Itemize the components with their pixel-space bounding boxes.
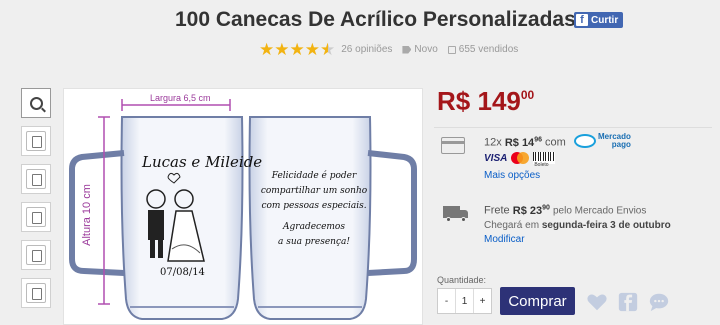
quantity-label: Quantidade: <box>437 275 487 285</box>
zoom-thumbnail[interactable] <box>21 88 51 118</box>
rating-bar: ★ ★ ★ ★ ★ 26 opiniões Novo 655 vendidos <box>259 41 518 58</box>
half-star-icon: ★ <box>320 40 336 59</box>
thumbnail[interactable] <box>21 202 51 232</box>
width-dimension-label: Largura 6,5 cm <box>150 93 211 103</box>
reviews-link[interactable]: 26 opiniões <box>341 44 392 55</box>
product-price: R$ 14900 <box>437 86 534 117</box>
message-line: Agradecemos <box>283 222 345 232</box>
mug-message: Felicidade é poder compartilhar um sonho… <box>259 169 369 250</box>
heart-icon[interactable] <box>586 291 608 313</box>
star-icon: ★ <box>304 40 320 59</box>
boleto-barcode-icon: Boleto <box>533 152 556 168</box>
more-payment-options-link[interactable]: Mais opções <box>484 170 540 181</box>
mug-thumbnail-image <box>26 245 46 265</box>
price-currency: R$ <box>437 86 471 116</box>
arrival-estimate: Chegará em segunda-feira 3 de outubro <box>484 220 671 231</box>
quantity-input[interactable]: 1 <box>455 289 474 313</box>
thumbnail[interactable] <box>21 126 51 156</box>
buy-button[interactable]: Comprar <box>500 287 575 315</box>
modify-shipping-link[interactable]: Modificar <box>484 234 525 245</box>
product-main-image[interactable]: Largura 6,5 cm Altura 10 cm Lucas e Mile… <box>63 88 423 325</box>
action-icons <box>586 291 670 313</box>
truck-icon <box>443 206 469 222</box>
price-whole: 149 <box>477 86 521 116</box>
mug-thumbnail-image <box>26 169 46 189</box>
star-icon: ★ <box>259 40 275 59</box>
bag-icon <box>447 45 456 54</box>
payment-brands: VISA Boleto <box>484 152 556 168</box>
wedding-date: 07/08/14 <box>160 267 205 278</box>
facebook-icon: f <box>576 14 588 26</box>
sold-count: 655 vendidos <box>458 44 519 55</box>
shipping-cost: Frete R$ 2390 pelo Mercado Envios <box>484 204 647 217</box>
facebook-like-button[interactable]: f Curtir <box>574 12 624 28</box>
question-bubble-icon[interactable] <box>648 291 670 313</box>
mastercard-logo <box>510 152 530 164</box>
product-page: 100 Canecas De Acrílico Personalizadas f… <box>0 0 720 325</box>
star-icon: ★ <box>274 40 290 59</box>
like-label: Curtir <box>591 14 619 26</box>
mercado-pago-logo: Mercado pago <box>574 133 631 149</box>
message-line: a sua presença! <box>277 237 351 247</box>
mug-thumbnail-image <box>26 207 46 227</box>
mug-thumbnail-image <box>26 131 46 151</box>
message-line: com pessoas especiais. <box>261 201 367 211</box>
divider <box>434 127 712 128</box>
thumbnail-list <box>21 88 51 316</box>
magnifier-icon <box>29 96 43 110</box>
message-line: Felicidade é poder <box>271 171 357 181</box>
mug-thumbnail-image <box>26 283 46 303</box>
thumbnail[interactable] <box>21 278 51 308</box>
product-title: 100 Canecas De Acrílico Personalizadas <box>175 8 576 31</box>
message-line: compartilhar um sonho <box>260 186 368 196</box>
facebook-share-icon[interactable] <box>617 291 639 313</box>
decrement-button[interactable]: - <box>438 289 455 313</box>
condition-label: Novo <box>414 44 438 55</box>
thumbnail[interactable] <box>21 164 51 194</box>
increment-button[interactable]: + <box>474 289 491 313</box>
mugs-illustration <box>69 99 417 320</box>
couple-names: Lucas e Mileide <box>142 153 263 171</box>
star-icon: ★ <box>289 40 305 59</box>
quantity-stepper: - 1 + <box>437 288 492 314</box>
height-dimension-label: Altura 10 cm <box>80 184 93 246</box>
visa-logo: VISA <box>484 152 508 164</box>
credit-card-icon <box>441 137 465 154</box>
handshake-icon <box>574 134 596 148</box>
installments-text: 12x R$ 1496 com <box>484 136 566 149</box>
tag-icon <box>402 45 412 54</box>
thumbnail[interactable] <box>21 240 51 270</box>
rating-stars[interactable]: ★ ★ ★ ★ ★ <box>259 41 335 58</box>
price-cents: 00 <box>520 88 535 102</box>
